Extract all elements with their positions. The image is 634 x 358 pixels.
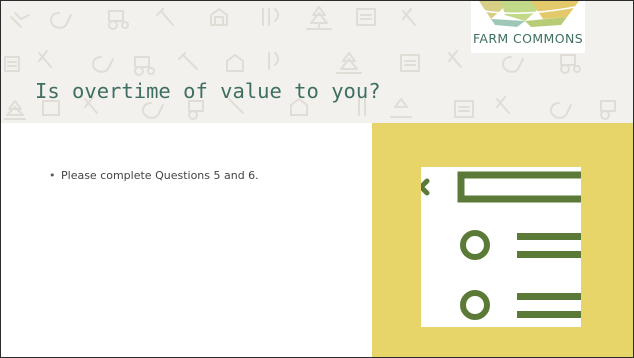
form-illustration <box>421 167 581 327</box>
tree-icon <box>306 6 332 30</box>
tree-icon <box>4 100 26 120</box>
sign-icon <box>400 54 420 72</box>
slide-title: Is overtime of value to you? <box>35 79 381 103</box>
bullet-item: • Please complete Questions 5 and 6. <box>49 169 259 182</box>
farm-commons-logo: FARM COMMONS <box>471 1 585 53</box>
tree-icon <box>390 98 412 118</box>
sign-icon <box>4 56 20 72</box>
logo-wordmark: FARM COMMONS <box>472 31 584 46</box>
carrot-icon <box>10 12 30 28</box>
carrot-icon <box>448 50 462 68</box>
sign-icon <box>42 100 60 116</box>
chicken-icon <box>50 12 72 29</box>
tractor-icon <box>188 100 204 120</box>
chicken-icon <box>142 102 164 119</box>
barn-icon <box>210 8 228 26</box>
tree-icon <box>336 52 362 74</box>
slide: FARM COMMONS Is overtime of value to you… <box>0 0 634 358</box>
bullet-list: • Please complete Questions 5 and 6. <box>49 169 259 182</box>
trowel-icon <box>156 8 174 26</box>
carrot-icon <box>38 50 52 68</box>
chicken-icon <box>550 102 572 119</box>
bullet-dot-icon: • <box>49 169 56 182</box>
chicken-icon <box>502 56 524 73</box>
tractor-icon <box>108 10 129 30</box>
tractor-icon <box>600 100 616 120</box>
sign-icon <box>356 8 376 26</box>
sign-icon <box>454 100 474 118</box>
tractor-icon <box>134 56 155 76</box>
utensils-icon <box>262 8 279 26</box>
bullet-text: Please complete Questions 5 and 6. <box>61 169 259 182</box>
chicken-icon <box>92 56 114 73</box>
header-banner: FARM COMMONS Is overtime of value to you… <box>1 1 633 123</box>
utensils-icon <box>268 52 279 70</box>
farm-landscape-logo-icon <box>479 1 579 27</box>
barn-icon <box>226 54 244 72</box>
carrot-icon <box>496 96 510 114</box>
tractor-icon <box>560 54 581 74</box>
trowel-icon <box>178 52 198 70</box>
carrot-icon <box>402 8 416 26</box>
